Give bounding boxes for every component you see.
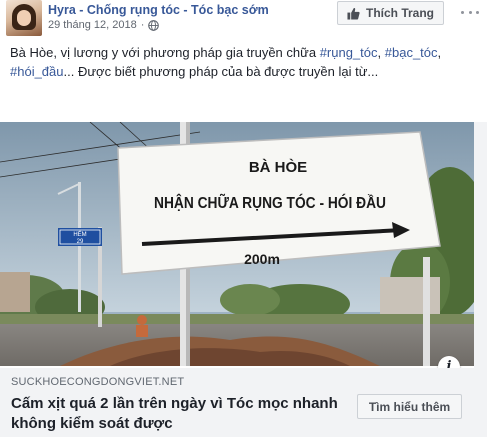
- post-header: Hyra - Chống rụng tóc - Tóc bạc sớm 29 t…: [0, 0, 487, 36]
- post-text-continuation: ... Được biết phương pháp của bà được tr…: [63, 64, 379, 79]
- feed-post-card: Hyra - Chống rụng tóc - Tóc bạc sớm 29 t…: [0, 0, 487, 437]
- link-headline[interactable]: Cấm xịt quá 2 lần trên ngày vì Tóc mọc n…: [11, 394, 341, 434]
- billboard-subtitle: NHẬN CHỮA RỤNG TÓC - HÓI ĐẦU: [154, 194, 386, 212]
- like-page-label: Thích Trang: [366, 6, 435, 20]
- page-avatar[interactable]: [6, 0, 42, 36]
- meta-separator: ·: [140, 19, 145, 31]
- post-meta: 29 tháng 12, 2018 ·: [48, 19, 160, 31]
- street-sign-number: 29: [77, 239, 84, 245]
- thumbs-up-icon: [347, 7, 360, 20]
- hashtag-link[interactable]: #rụng_tóc: [320, 45, 378, 60]
- link-domain: SUCKHOECONGDONGVIET.NET: [11, 376, 185, 388]
- feed-right-gutter: [474, 122, 487, 437]
- globe-icon[interactable]: [148, 19, 160, 31]
- post-text-intro: Bà Hòe, vị lương y với phương pháp gia t…: [10, 45, 320, 60]
- roadside-sign-photo: HẺM 29 BÀ HÒE NHẬN CHỮA RỤNG TÓC - HÓI Đ…: [0, 122, 474, 366]
- hashtag-link[interactable]: #hói_đầu: [10, 64, 64, 79]
- like-page-button[interactable]: Thích Trang: [337, 1, 444, 25]
- learn-more-button[interactable]: Tìm hiểu thêm: [357, 394, 462, 419]
- post-image[interactable]: HẺM 29 BÀ HÒE NHẬN CHỮA RỤNG TÓC - HÓI Đ…: [0, 122, 474, 366]
- billboard-title: BÀ HÒE: [249, 158, 307, 176]
- more-options-icon[interactable]: [461, 6, 479, 18]
- billboard-distance: 200m: [244, 251, 280, 267]
- street-sign-label: HẺM: [73, 231, 86, 238]
- post-body-text: Bà Hòe, vị lương y với phương pháp gia t…: [10, 45, 442, 79]
- link-preview[interactable]: SUCKHOECONGDONGVIET.NET Cấm xịt quá 2 lầ…: [0, 368, 474, 437]
- hashtag-link[interactable]: #bạc_tóc: [385, 45, 438, 60]
- post-timestamp[interactable]: 29 tháng 12, 2018: [48, 19, 137, 31]
- page-name-link[interactable]: Hyra - Chống rụng tóc - Tóc bạc sớm: [48, 3, 269, 17]
